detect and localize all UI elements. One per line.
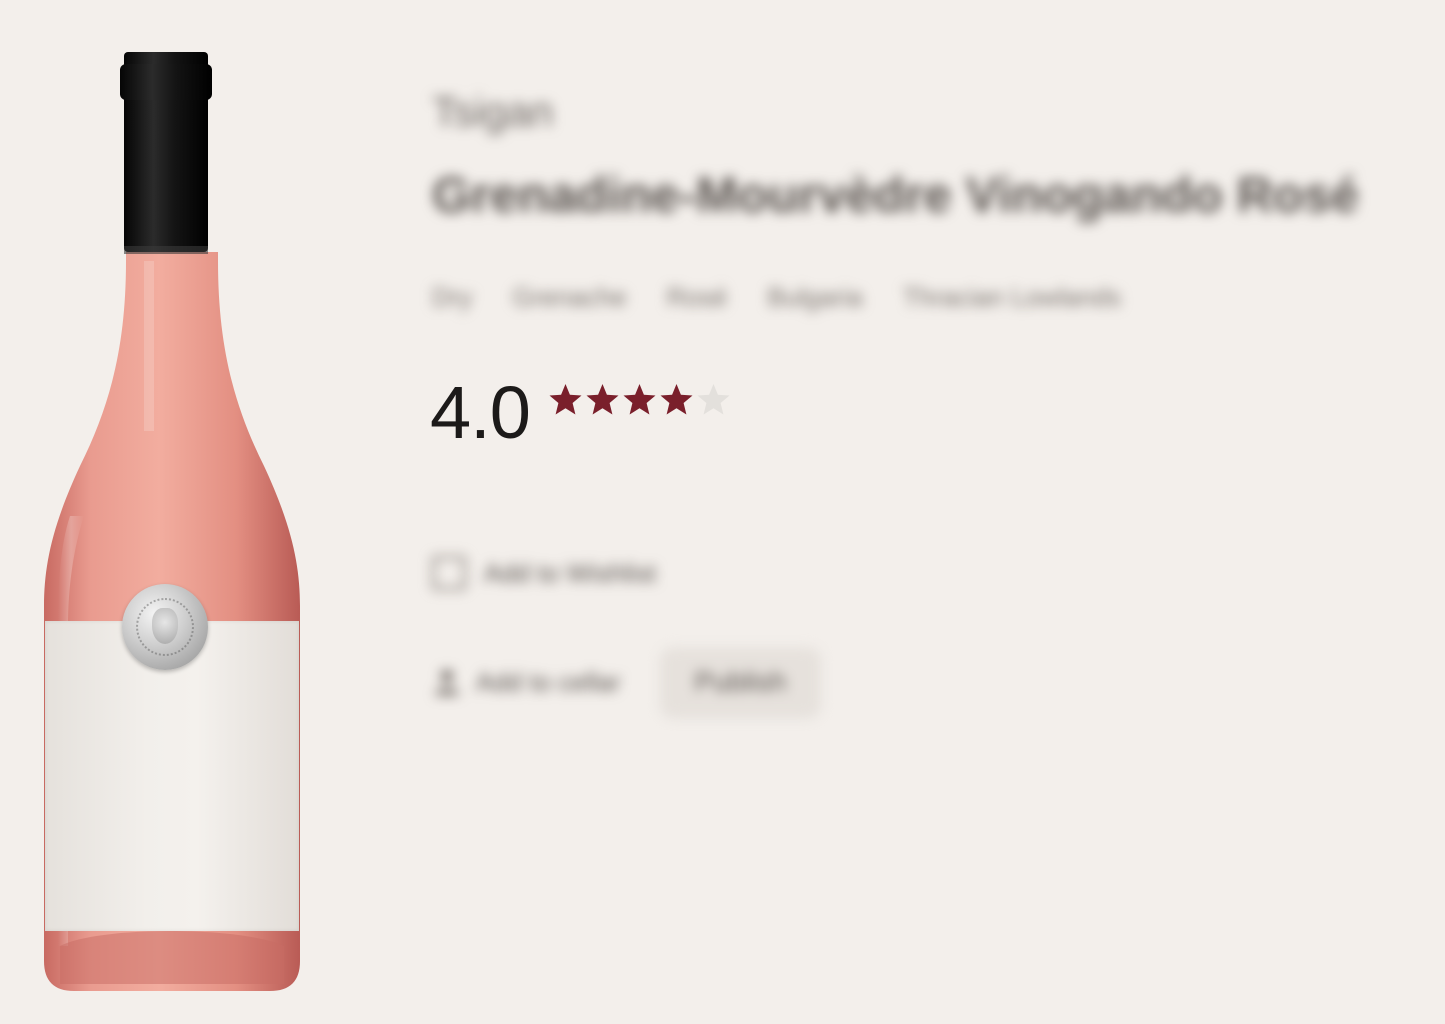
tag-country[interactable]: Bulgaria <box>767 282 862 313</box>
tag-grape[interactable]: Grenache <box>512 282 626 313</box>
star-filled-icon <box>549 384 582 415</box>
star-filled-icon <box>660 384 693 415</box>
wine-name: Grenadine-Mourvèdre Vinogando Rosé <box>432 167 1360 223</box>
rating-stars <box>548 382 731 417</box>
publish-button[interactable]: Publish <box>660 648 821 716</box>
tag-style[interactable]: Dry <box>432 282 472 313</box>
wishlist-checkbox[interactable] <box>432 556 466 590</box>
rating-value: 4.0 <box>430 371 531 454</box>
bottle-medallion-seal <box>122 584 208 670</box>
wine-bottle-image <box>40 46 304 996</box>
wishlist-toggle[interactable]: Add to Wishlist <box>432 556 656 590</box>
star-filled-icon <box>586 384 619 415</box>
star-empty-icon <box>697 384 730 415</box>
user-icon <box>435 670 459 695</box>
tag-type[interactable]: Rosé <box>667 282 728 313</box>
wishlist-label: Add to Wishlist <box>484 557 656 588</box>
wine-detail-page: Tsigan Grenadine-Mourvèdre Vinogando Ros… <box>0 0 1445 1024</box>
add-to-cellar-link[interactable]: Add to cellar <box>476 667 621 698</box>
rating-block: 4.0 <box>430 376 731 450</box>
star-filled-icon <box>623 384 656 415</box>
tag-region[interactable]: Thracian Lowlands <box>903 282 1121 313</box>
wine-tags: Dry Grenache Rosé Bulgaria Thracian Lowl… <box>432 282 1121 313</box>
cellar-row: Add to cellar Publish <box>432 648 821 716</box>
producer-name[interactable]: Tsigan <box>432 88 553 136</box>
